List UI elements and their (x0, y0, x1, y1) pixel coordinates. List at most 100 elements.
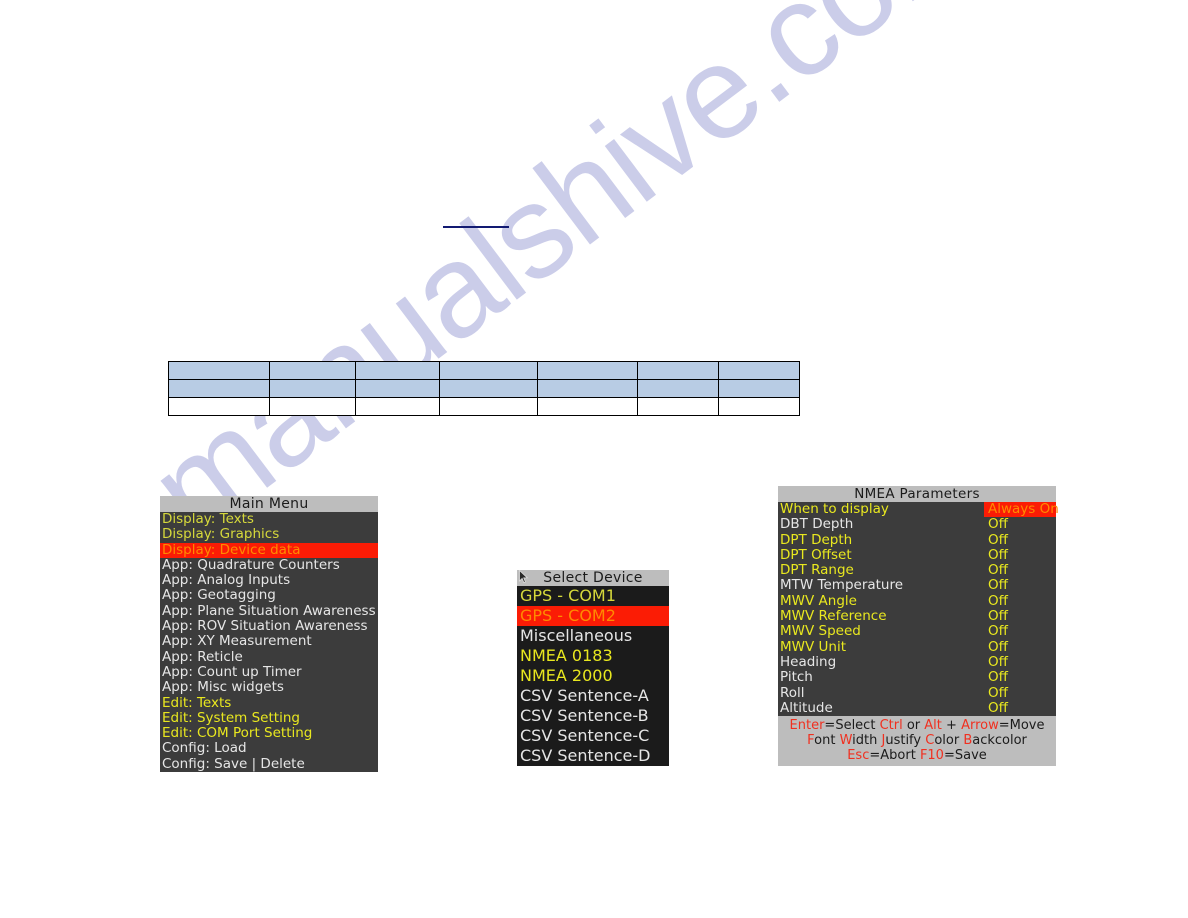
watermark: manualshive.com (123, 0, 1009, 565)
select-device-title: Select Device (517, 570, 669, 586)
nmea-parameters-panel: NMEA Parameters When to display Always On… (778, 486, 1059, 767)
select-device-item-csv-sentence-d[interactable]: CSV Sentence-D (517, 746, 669, 766)
nmea-value[interactable]: Off (984, 685, 1056, 701)
key-help-line: Font Width Justify Color Backcolor (778, 733, 1056, 748)
nmea-value[interactable]: Always On (984, 501, 1059, 518)
select-device-item-csv-sentence-c[interactable]: CSV Sentence-C (517, 726, 669, 746)
menu-item-label: CSV Sentence-C (520, 726, 650, 745)
nmea-row-mwv-reference[interactable]: MWV Reference Off (778, 608, 1056, 625)
menu-item-label: Edit: COM Port Setting (162, 725, 313, 742)
nmea-value[interactable]: Off (984, 547, 1056, 563)
nmea-row-dpt-offset[interactable]: DPT Offset Off (778, 546, 1056, 563)
select-device-item-nmea-0183[interactable]: NMEA 0183 (517, 646, 669, 666)
table-cell (439, 361, 538, 380)
select-device-item-csv-sentence-a[interactable]: CSV Sentence-A (517, 686, 669, 706)
main-menu-item-edit-system-setting[interactable]: Edit: System Setting (160, 710, 378, 726)
table-cell (269, 379, 356, 398)
select-device-item-gps-com1[interactable]: GPS - COM1 (517, 586, 669, 606)
table-cell (718, 361, 800, 380)
key-name: W (839, 733, 853, 749)
key-help-line: Esc=Abort F10=Save (778, 748, 1056, 763)
main-menu-item-app-misc-widgets[interactable]: App: Misc widgets (160, 679, 378, 696)
table-cell (355, 379, 440, 398)
nmea-value[interactable]: Off (984, 562, 1056, 578)
key-description: =Abort (869, 748, 920, 764)
nmea-value[interactable]: Off (984, 532, 1056, 548)
key-name: Ctrl (879, 718, 903, 734)
menu-item-label: App: Misc widgets (162, 679, 284, 696)
menu-item-label: NMEA 0183 (520, 646, 613, 665)
nmea-label: MWV Reference (780, 608, 887, 625)
nmea-value[interactable]: Off (984, 669, 1056, 685)
nmea-value[interactable]: Off (984, 654, 1056, 670)
nmea-value[interactable]: Off (984, 578, 1056, 594)
main-menu-item-app-plane-situation-awareness[interactable]: App: Plane Situation Awareness (160, 603, 378, 619)
key-name: Arrow (961, 718, 999, 734)
nmea-row-roll[interactable]: Roll Off (778, 684, 1056, 701)
select-device-item-csv-sentence-b[interactable]: CSV Sentence-B (517, 706, 669, 726)
key-description: =Move (998, 718, 1045, 734)
main-menu-item-config-load[interactable]: Config: Load (160, 741, 378, 757)
select-device-item-gps-com2[interactable]: GPS - COM2 (517, 606, 669, 626)
menu-item-label: App: Geotagging (162, 587, 276, 604)
main-menu-item-display-texts[interactable]: Display: Texts (160, 511, 378, 527)
nmea-value[interactable]: Off (984, 516, 1056, 532)
nmea-row-altitude[interactable]: Altitude Off (778, 700, 1056, 716)
nmea-row-heading[interactable]: Heading Off (778, 654, 1056, 670)
main-menu-list: Display: Texts Display: Graphics Display: … (160, 511, 378, 772)
table-cell (168, 397, 270, 416)
table-cell (537, 361, 638, 380)
key-description: + (941, 718, 962, 734)
nmea-label: Roll (780, 684, 805, 701)
nmea-row-when-to-display[interactable]: When to display Always On (778, 501, 1059, 518)
main-menu-item-app-xy-measurement[interactable]: App: XY Measurement (160, 634, 378, 650)
menu-item-label: App: Quadrature Counters (162, 556, 340, 573)
key-description: olor (934, 733, 964, 749)
nmea-label: Pitch (780, 669, 813, 686)
nmea-row-mtw-temperature[interactable]: MTW Temperature Off (778, 577, 1056, 594)
nmea-row-pitch[interactable]: Pitch Off (778, 669, 1056, 686)
main-menu-item-app-geotagging[interactable]: App: Geotagging (160, 587, 378, 604)
nmea-value[interactable]: Off (984, 700, 1056, 716)
nmea-label: MTW Temperature (780, 577, 904, 594)
nmea-row-mwv-speed[interactable]: MWV Speed Off (778, 624, 1056, 640)
table-cell (168, 379, 270, 398)
menu-item-label: CSV Sentence-D (520, 746, 651, 765)
main-menu-item-edit-com-port-setting[interactable]: Edit: COM Port Setting (160, 725, 378, 742)
main-menu-item-app-rov-situation-awareness[interactable]: App: ROV Situation Awareness (160, 618, 378, 634)
main-menu-item-app-quadrature-counters[interactable]: App: Quadrature Counters (160, 556, 378, 573)
nmea-value[interactable]: Off (984, 624, 1056, 640)
menu-item-label: Miscellaneous (520, 626, 633, 645)
main-menu-item-app-count-up-timer[interactable]: App: Count up Timer (160, 664, 378, 680)
main-menu-item-edit-texts[interactable]: Edit: Texts (160, 695, 378, 711)
nmea-row-dpt-range[interactable]: DPT Range Off (778, 562, 1056, 578)
nmea-row-dbt-depth[interactable]: DBT Depth Off (778, 516, 1056, 533)
table-cell (537, 397, 638, 416)
main-menu-item-app-analog-inputs[interactable]: App: Analog Inputs (160, 572, 378, 588)
key-description: =Select (824, 718, 880, 734)
main-menu-panel: Main Menu Display: Texts Display: Graphic… (160, 496, 378, 773)
nmea-label: DPT Offset (780, 546, 852, 563)
nmea-parameters-list: When to display Always On DBT Depth Off DPT … (778, 501, 1059, 716)
nmea-row-mwv-unit[interactable]: MWV Unit Off (778, 639, 1056, 655)
table-header-row (168, 379, 800, 398)
table-cell (637, 361, 719, 380)
nmea-value[interactable]: Off (984, 608, 1056, 624)
menu-item-label: App: Reticle (162, 648, 243, 665)
blue-underline-rule (443, 226, 509, 228)
document-table (168, 361, 800, 416)
nmea-value[interactable]: Off (984, 639, 1056, 655)
nmea-label: DBT Depth (780, 516, 854, 533)
nmea-row-mwv-angle[interactable]: MWV Angle Off (778, 592, 1056, 609)
main-menu-item-display-graphics[interactable]: Display: Graphics (160, 526, 378, 542)
main-menu-item-display-device-data[interactable]: Display: Device data (160, 542, 378, 558)
select-device-item-nmea-2000[interactable]: NMEA 2000 (517, 666, 669, 686)
key-description: or (902, 718, 925, 734)
mouse-pointer-icon (519, 570, 529, 584)
nmea-value[interactable]: Off (984, 593, 1056, 609)
main-menu-item-config-save-delete[interactable]: Config: Save | Delete (160, 756, 378, 772)
nmea-row-dpt-depth[interactable]: DPT Depth Off (778, 532, 1056, 548)
main-menu-item-app-reticle[interactable]: App: Reticle (160, 648, 378, 665)
select-device-item-miscellaneous[interactable]: Miscellaneous (517, 626, 669, 646)
nmea-label: MWV Angle (780, 592, 857, 609)
